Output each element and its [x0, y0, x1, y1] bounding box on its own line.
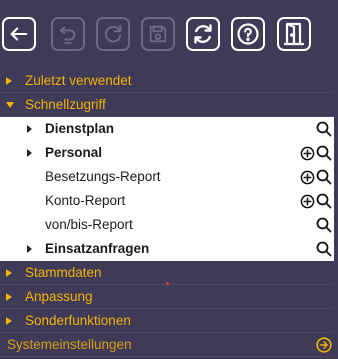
chevron-right-icon [27, 117, 32, 141]
navigation-menu: Zuletzt verwendet Schnellzugriff Dienstp… [0, 69, 334, 357]
menu-item-dienstplan[interactable]: Dienstplan [0, 117, 334, 141]
menu-item-einsatzanfragen[interactable]: Einsatzanfragen [0, 237, 334, 261]
app-window: Zuletzt verwendet Schnellzugriff Dienstp… [0, 0, 338, 359]
exit-button[interactable] [277, 17, 311, 51]
menu-section-label: Anpassung [25, 289, 93, 304]
toolbar [0, 0, 338, 64]
menu-section-label: Zuletzt verwendet [25, 73, 132, 88]
search-icon[interactable] [316, 217, 332, 233]
menu-section-label: Sonderfunktionen [25, 313, 131, 328]
menu-item-konto-report[interactable]: Konto-Report [0, 189, 334, 213]
menu-item-label: Dienstplan [45, 121, 115, 136]
menu-item-label: Konto-Report [45, 193, 126, 208]
save-button[interactable] [141, 17, 175, 51]
refresh-icon [194, 24, 212, 44]
menu-section-recent[interactable]: Zuletzt verwendet [0, 69, 334, 93]
menu-item-label: Besetzungs-Report [45, 169, 161, 184]
chevron-right-icon [6, 285, 12, 309]
search-icon[interactable] [316, 121, 332, 137]
add-circle-icon[interactable] [300, 194, 315, 209]
search-icon[interactable] [316, 145, 332, 161]
menu-item-label: von/bis-Report [45, 217, 133, 232]
chevron-right-icon [27, 237, 32, 261]
menu-section-label: Schnellzugriff [25, 97, 106, 112]
menu-section-sonderfunktionen[interactable]: Sonderfunktionen [0, 309, 334, 333]
menu-section-quick[interactable]: Schnellzugriff [0, 93, 334, 117]
redo-button[interactable] [96, 17, 130, 51]
menu-item-label: Einsatzanfragen [45, 241, 150, 256]
redo-icon [104, 24, 122, 43]
undo-icon [59, 26, 76, 45]
refresh-button[interactable] [186, 17, 220, 51]
search-icon[interactable] [316, 241, 332, 257]
search-icon[interactable] [316, 169, 332, 185]
save-icon [149, 25, 167, 43]
help-icon [237, 23, 259, 45]
arrow-right-circle-icon[interactable] [316, 337, 332, 353]
menu-item-besetzungs-report[interactable]: Besetzungs-Report [0, 165, 334, 189]
exit-door-icon [283, 22, 305, 46]
undo-button[interactable] [51, 17, 85, 51]
arrow-left-icon [10, 27, 28, 41]
menu-section-label: Systemeinstellungen [7, 337, 132, 352]
quick-access-list: Dienstplan Personal Besetzungs-Report Ko… [0, 117, 334, 261]
menu-item-personal[interactable]: Personal [0, 141, 334, 165]
menu-item-label: Personal [45, 145, 103, 160]
search-icon[interactable] [316, 193, 332, 209]
chevron-right-icon [6, 261, 12, 285]
add-circle-icon[interactable] [300, 146, 315, 161]
menu-item-von-bis-report[interactable]: von/bis-Report [0, 213, 334, 237]
menu-section-anpassung[interactable]: Anpassung [0, 285, 334, 309]
help-button[interactable] [231, 17, 265, 51]
menu-section-label: Stammdaten [25, 265, 102, 280]
back-button[interactable] [2, 17, 36, 51]
chevron-right-icon [27, 141, 32, 165]
chevron-right-icon [6, 69, 12, 93]
add-circle-icon[interactable] [300, 170, 315, 185]
chevron-down-icon [6, 93, 14, 117]
menu-item-systemeinstellungen[interactable]: Systemeinstellungen [0, 333, 334, 357]
chevron-right-icon [6, 309, 12, 333]
indicator-dot [166, 282, 169, 285]
